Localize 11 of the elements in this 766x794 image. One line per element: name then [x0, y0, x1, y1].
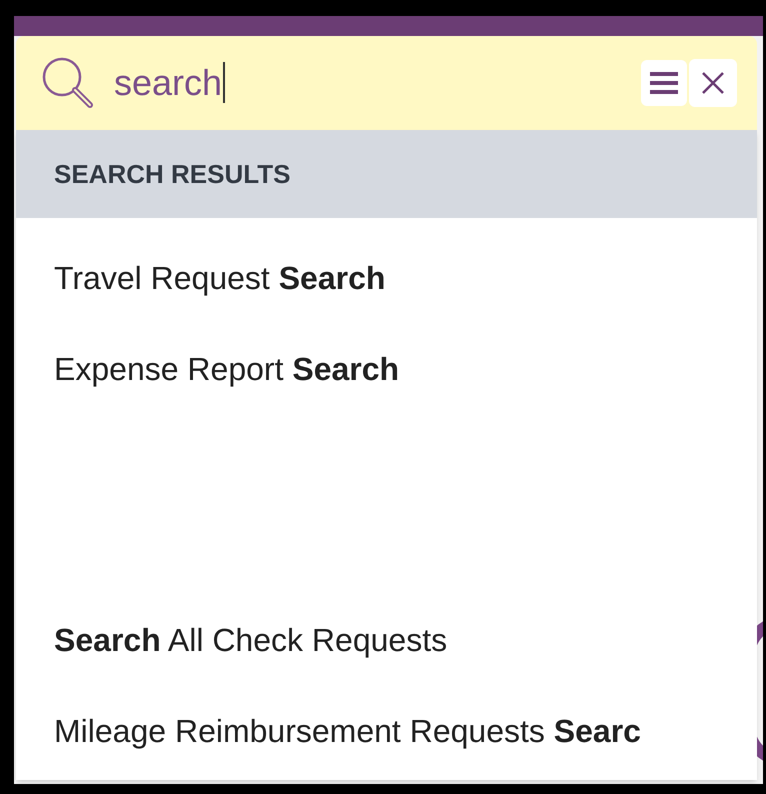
search-field[interactable]: search — [16, 36, 757, 130]
menu-button[interactable] — [641, 60, 687, 106]
search-result-item[interactable]: Expense Report Search — [54, 344, 400, 392]
search-result-item[interactable]: Mileage Reimbursement Requests Searc — [54, 706, 641, 754]
search-result-item[interactable]: Search All Check Requests — [54, 616, 448, 664]
menu-icon — [650, 72, 678, 94]
section-heading: SEARCH RESULTS — [54, 158, 290, 190]
search-icon — [40, 55, 96, 111]
close-icon — [701, 71, 725, 95]
search-result-item[interactable]: Travel Request Search — [54, 254, 386, 302]
close-button[interactable] — [689, 59, 737, 107]
